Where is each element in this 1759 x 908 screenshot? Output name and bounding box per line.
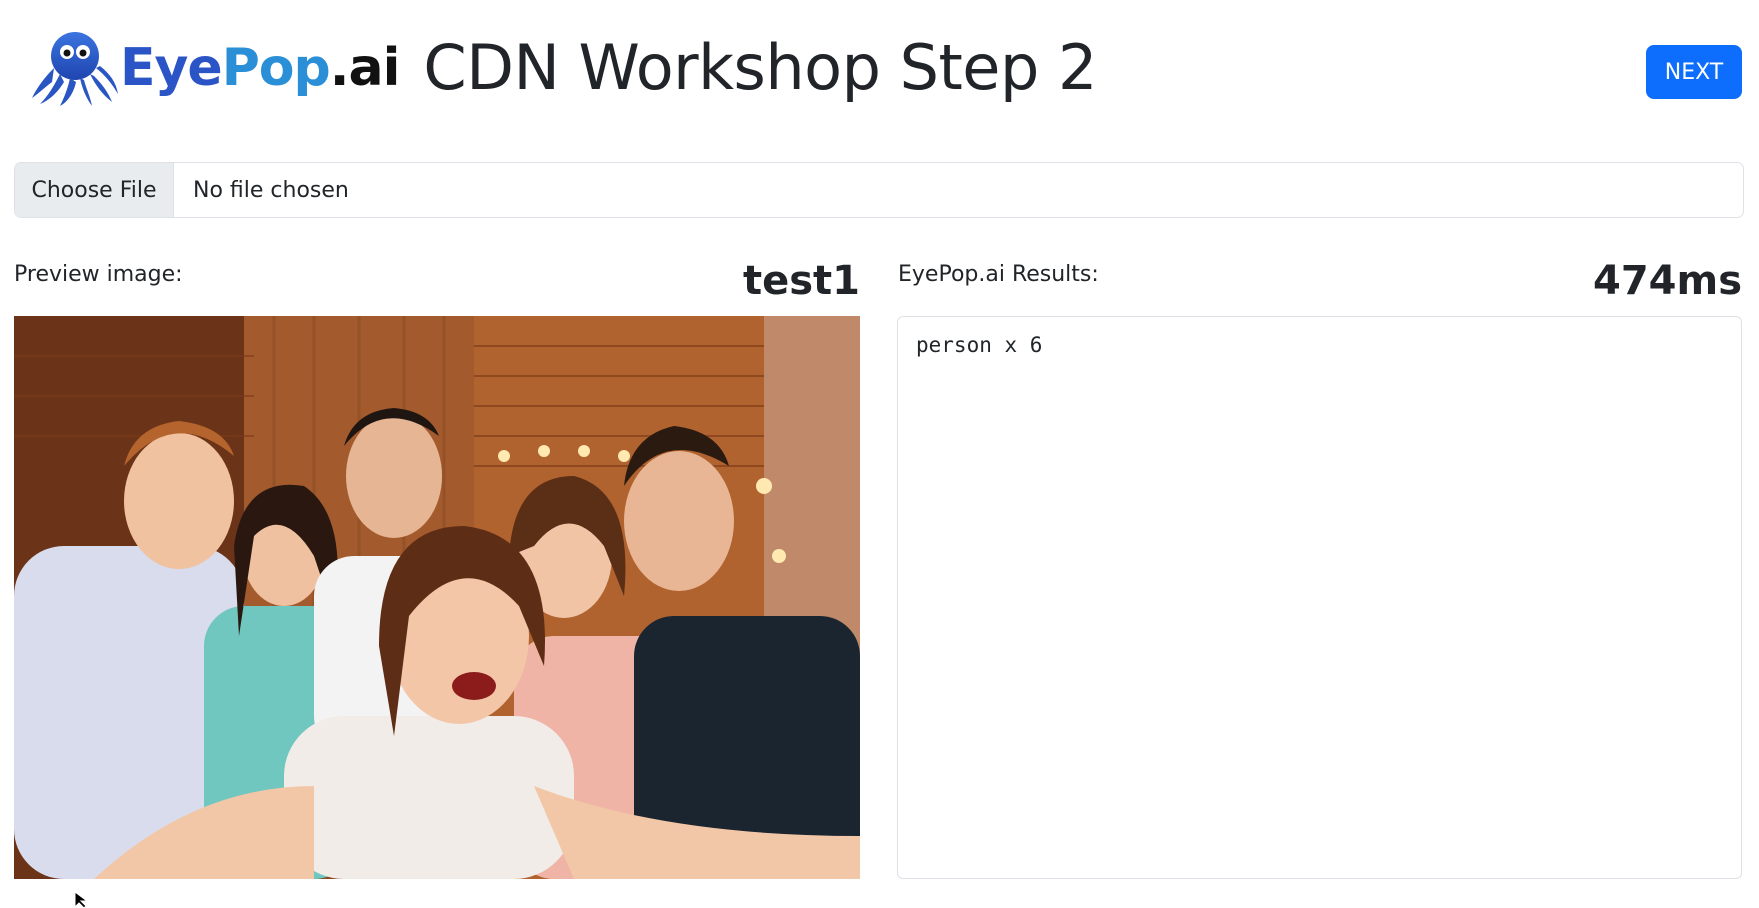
preview-image xyxy=(14,316,860,879)
logo-text-eye: Eye xyxy=(120,38,223,98)
group-selfie-photo xyxy=(14,316,860,879)
page-title: CDN Workshop Step 2 xyxy=(423,31,1097,104)
logo-wordmark: EyePop.ai xyxy=(120,42,400,94)
header: EyePop.ai CDN Workshop Step 2 xyxy=(30,28,1097,108)
file-status: No file chosen xyxy=(193,177,349,203)
next-button[interactable]: NEXT xyxy=(1646,45,1742,99)
page: EyePop.ai CDN Workshop Step 2 NEXT Choos… xyxy=(0,0,1759,908)
mouse-cursor-icon xyxy=(74,892,89,908)
preview-label: Preview image: xyxy=(14,262,183,287)
octopus-logo-icon xyxy=(32,32,118,106)
file-input[interactable]: Choose File No file chosen xyxy=(14,162,1744,218)
eyepop-logo: EyePop.ai xyxy=(30,28,400,108)
logo-text-pop: Pop xyxy=(221,38,331,98)
results-timing: 474ms xyxy=(1593,258,1742,304)
preview-name: test1 xyxy=(742,258,860,304)
results-panel: person x 6 xyxy=(897,316,1742,879)
choose-file-button[interactable]: Choose File xyxy=(15,163,174,217)
results-label: EyePop.ai Results: xyxy=(898,262,1099,287)
results-output: person x 6 xyxy=(916,333,1043,357)
logo-text-ai: .ai xyxy=(329,38,401,98)
